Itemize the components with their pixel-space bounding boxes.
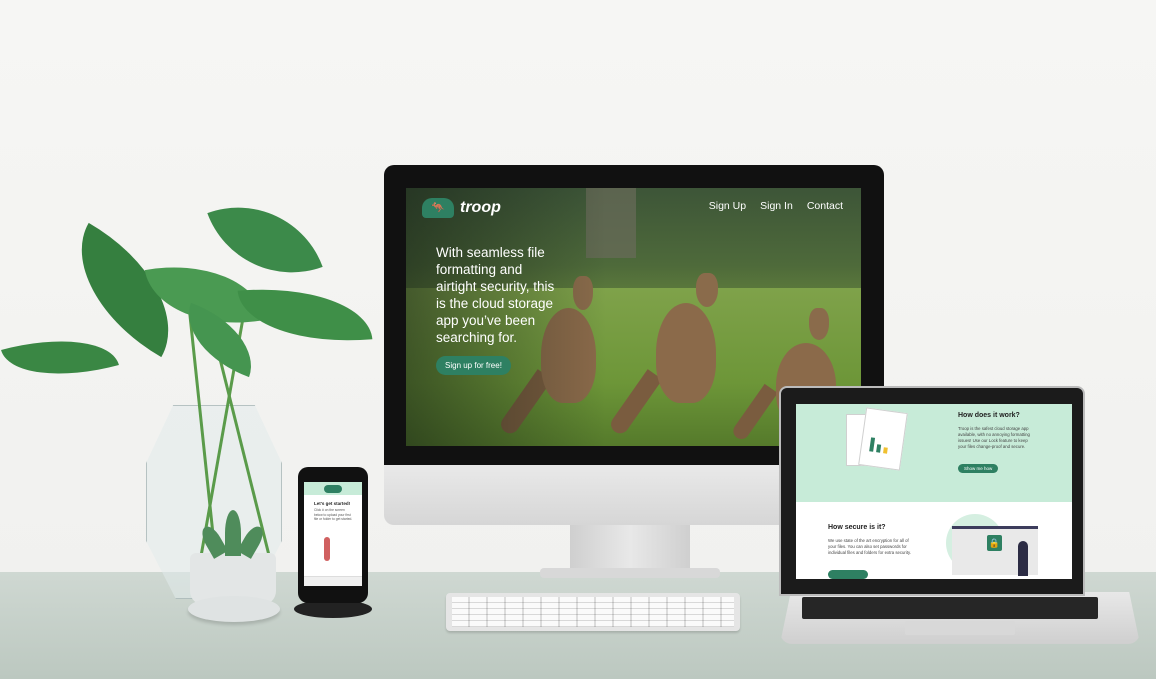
logo-text: troop: [460, 199, 501, 216]
nav-sign-in[interactable]: Sign In: [760, 200, 793, 212]
phone-tab-bar[interactable]: [304, 576, 362, 586]
pot-saucer: [188, 596, 280, 622]
imac-base: [540, 568, 720, 578]
lock-icon: 🔒: [987, 535, 1002, 551]
how-it-works-section: How does it work? Troop is the safest cl…: [796, 404, 1072, 502]
person-illustration: [1018, 541, 1028, 576]
laptop: How does it work? Troop is the safest cl…: [779, 386, 1085, 596]
phone-screen: Let's get started! Click # on the screen…: [304, 482, 362, 586]
kangaroo: [607, 268, 741, 438]
smartphone: Let's get started! Click # on the screen…: [298, 467, 368, 603]
person-illustration-icon: [324, 537, 330, 561]
logo-icon: [324, 485, 342, 493]
keyboard: [446, 593, 740, 631]
site-nav: Sign Up Sign In Contact: [709, 200, 843, 212]
phone-text: Click # on the screen below to upload yo…: [314, 508, 353, 521]
keyboard-keys: [452, 597, 734, 627]
phone-header: [304, 482, 362, 495]
how-it-works-title: How does it work?: [958, 412, 1020, 419]
show-me-how-button[interactable]: Show me how: [958, 464, 999, 473]
secure-cta-button[interactable]: [828, 570, 868, 579]
how-it-works-text: Troop is the safest cloud storage app av…: [958, 426, 1030, 449]
how-secure-title: How secure is it?: [828, 524, 886, 531]
site-logo[interactable]: 🦘 troop: [422, 198, 501, 218]
how-secure-text: We use state of the art encryption for a…: [828, 538, 912, 555]
laptop-keyboard: [802, 597, 1098, 619]
laptop-screen: How does it work? Troop is the safest cl…: [796, 404, 1072, 579]
kangaroo-logo-icon: 🦘: [422, 198, 454, 218]
nav-contact[interactable]: Contact: [807, 200, 843, 212]
laptop-trackpad: [905, 621, 1015, 635]
hero-headline: With seamless file formatting and airtig…: [436, 245, 555, 345]
phone-title: Let's get started!: [314, 501, 351, 506]
chart-document-icon: [858, 407, 908, 471]
sign-up-free-button[interactable]: Sign up for free!: [436, 356, 511, 375]
nav-sign-up[interactable]: Sign Up: [709, 200, 746, 212]
